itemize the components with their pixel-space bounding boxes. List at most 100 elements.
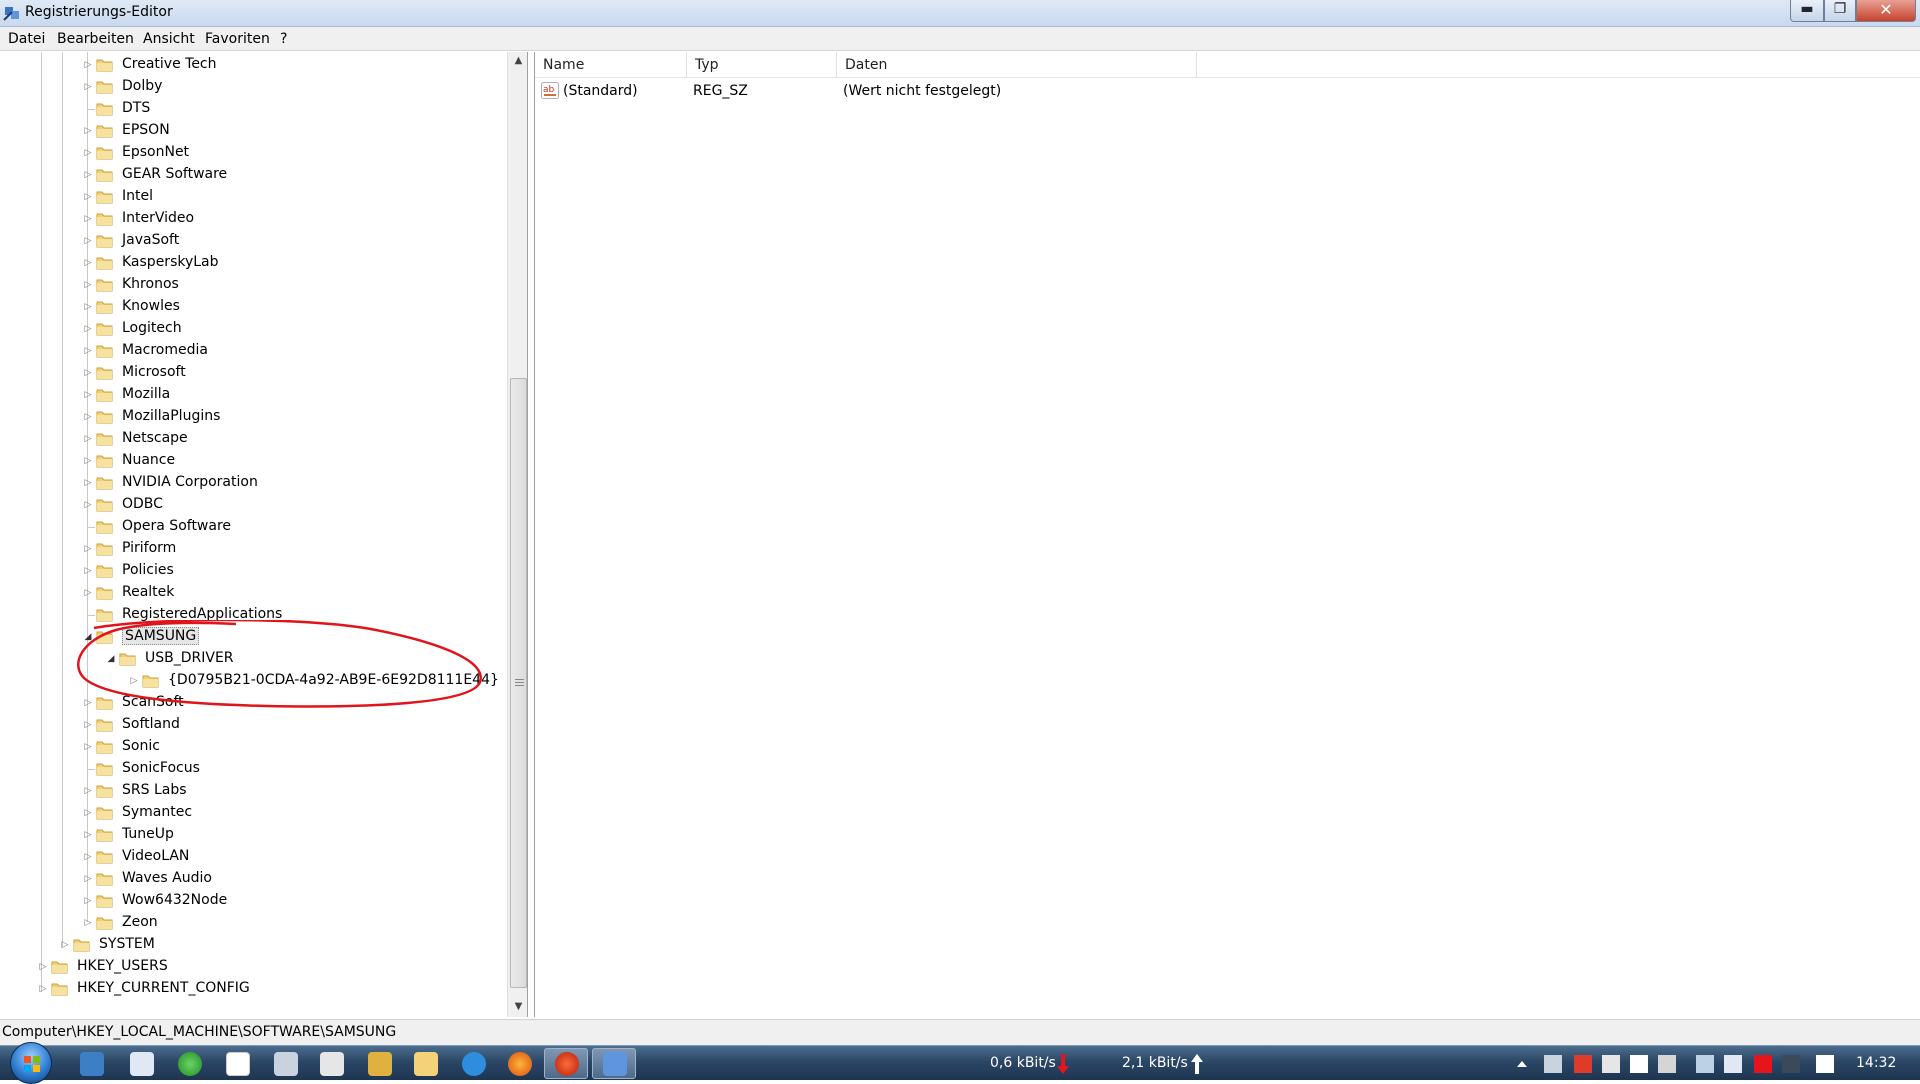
volume-icon[interactable] — [1724, 1055, 1742, 1073]
tree-node-label[interactable]: GEAR Software — [122, 166, 227, 182]
expand-triangle-icon[interactable]: ▷ — [37, 982, 49, 996]
tree-node[interactable]: ▷ {D0795B21-0CDA-4a92-AB9E-6E92D8111E44} — [0, 670, 500, 692]
network-icon[interactable] — [1696, 1055, 1714, 1073]
paint-app-icon[interactable] — [368, 1052, 392, 1076]
expand-triangle-icon[interactable]: ▷ — [82, 344, 94, 358]
tree-node[interactable]: ▷ Nuance — [0, 450, 500, 472]
expand-triangle-icon[interactable]: ▷ — [82, 784, 94, 798]
tree-node-label[interactable]: {D0795B21-0CDA-4a92-AB9E-6E92D8111E44} — [168, 672, 499, 688]
scroll-up-icon[interactable]: ▲ — [508, 52, 527, 69]
tree-node[interactable]: Opera Software — [0, 516, 500, 538]
menu-datei[interactable]: Datei — [8, 31, 45, 47]
maximize-button[interactable]: ❐ — [1824, 0, 1856, 22]
tree-node-label[interactable]: Mozilla — [122, 386, 170, 402]
collapse-triangle-icon[interactable]: ◢ — [105, 652, 117, 666]
tray-antivirus-icon[interactable] — [1574, 1055, 1592, 1073]
tree-node[interactable]: ▷ Realtek — [0, 582, 500, 604]
expand-triangle-icon[interactable]: ▷ — [128, 674, 140, 688]
tree-node-label[interactable]: SonicFocus — [122, 760, 200, 776]
tree-node[interactable]: ▷ HKEY_CURRENT_CONFIG — [0, 978, 500, 1000]
tree-node-label[interactable]: NVIDIA Corporation — [122, 474, 258, 490]
scroll-down-icon[interactable]: ▼ — [508, 998, 527, 1015]
tree-node-label[interactable]: Knowles — [122, 298, 180, 314]
tree-node-label[interactable]: Microsoft — [122, 364, 186, 380]
tree-node[interactable]: SonicFocus — [0, 758, 500, 780]
tree-node-label[interactable]: RegisteredApplications — [122, 606, 282, 622]
tree-node[interactable]: ▷ Macromedia — [0, 340, 500, 362]
firefox-icon[interactable] — [508, 1052, 532, 1076]
tree-node-label[interactable]: Macromedia — [122, 342, 208, 358]
tree-node-label[interactable]: Waves Audio — [122, 870, 212, 886]
menu-favoriten[interactable]: Favoriten — [205, 31, 270, 47]
tray-close-icon[interactable] — [1754, 1055, 1772, 1073]
tree-node-label[interactable]: Creative Tech — [122, 56, 217, 72]
tree-node[interactable]: ▷ Intel — [0, 186, 500, 208]
tree-node-label[interactable]: KasperskyLab — [122, 254, 219, 270]
tree-node-label[interactable]: JavaSoft — [122, 232, 179, 248]
tree-scrollbar[interactable]: ▲ ▼ — [507, 52, 527, 1017]
column-header-type[interactable]: Typ — [687, 52, 837, 78]
value-row[interactable]: ab (Standard) REG_SZ (Wert nicht festgel… — [535, 80, 1920, 102]
tree-node-label[interactable]: Intel — [122, 188, 153, 204]
tree-node[interactable]: ▷ SRS Labs — [0, 780, 500, 802]
column-header-data[interactable]: Daten — [837, 52, 1197, 78]
expand-triangle-icon[interactable]: ▷ — [82, 542, 94, 556]
tree-node-label[interactable]: Policies — [122, 562, 174, 578]
folder-app-icon[interactable] — [414, 1052, 438, 1076]
tree-node[interactable]: ▷ Wow6432Node — [0, 890, 500, 912]
tree-node-label[interactable]: Opera Software — [122, 518, 231, 534]
tree-node-label[interactable]: HKEY_USERS — [77, 958, 168, 974]
tree-node[interactable]: RegisteredApplications — [0, 604, 500, 626]
tree-node[interactable]: ▷ NVIDIA Corporation — [0, 472, 500, 494]
expand-triangle-icon[interactable]: ▷ — [82, 454, 94, 468]
tree-node[interactable]: ▷ Creative Tech — [0, 54, 500, 76]
expand-triangle-icon[interactable]: ▷ — [82, 190, 94, 204]
tree-node-label[interactable]: Khronos — [122, 276, 179, 292]
tree-node[interactable]: ▷ MozillaPlugins — [0, 406, 500, 428]
tree-node[interactable]: ▷ Symantec — [0, 802, 500, 824]
expand-triangle-icon[interactable]: ▷ — [82, 432, 94, 446]
tree-node[interactable]: ▷ GEAR Software — [0, 164, 500, 186]
tree-node-label[interactable]: Wow6432Node — [122, 892, 227, 908]
tree-node-label[interactable]: VideoLAN — [122, 848, 189, 864]
internet-explorer-icon[interactable] — [462, 1052, 486, 1076]
minimize-button[interactable]: ▬ — [1790, 0, 1824, 22]
menu-bearbeiten[interactable]: Bearbeiten — [57, 31, 134, 47]
tree-node[interactable]: ▷ Knowles — [0, 296, 500, 318]
expand-triangle-icon[interactable]: ▷ — [37, 960, 49, 974]
expand-triangle-icon[interactable]: ▷ — [82, 872, 94, 886]
tree-node-label[interactable]: EpsonNet — [122, 144, 189, 160]
expand-triangle-icon[interactable]: ▷ — [82, 58, 94, 72]
tree-node[interactable]: ◢ USB_DRIVER — [0, 648, 500, 670]
opera-taskbar-button[interactable] — [544, 1048, 588, 1079]
network-app-icon[interactable] — [80, 1052, 104, 1076]
tree-node-label[interactable]: Softland — [122, 716, 180, 732]
expand-triangle-icon[interactable]: ▷ — [82, 322, 94, 336]
tree-node-label[interactable]: Nuance — [122, 452, 175, 468]
explorer-window-icon[interactable] — [130, 1052, 154, 1076]
tree-node-label[interactable]: USB_DRIVER — [145, 650, 234, 666]
action-center-flag-icon[interactable] — [1630, 1055, 1648, 1073]
tree-node[interactable]: ▷ EPSON — [0, 120, 500, 142]
expand-triangle-icon[interactable]: ▷ — [82, 388, 94, 402]
tree-node-label[interactable]: SAMSUNG — [122, 627, 200, 645]
expand-triangle-icon[interactable]: ▷ — [82, 498, 94, 512]
expand-triangle-icon[interactable]: ▷ — [82, 256, 94, 270]
expand-triangle-icon[interactable]: ▷ — [82, 278, 94, 292]
tree-node[interactable]: ▷ Khronos — [0, 274, 500, 296]
show-hidden-icons-icon[interactable] — [1516, 1055, 1528, 1073]
tool-app-icon[interactable] — [274, 1052, 298, 1076]
tree-node[interactable]: ◢ SAMSUNG — [0, 626, 500, 648]
expand-triangle-icon[interactable]: ▷ — [82, 740, 94, 754]
tree-node[interactable]: ▷ TuneUp — [0, 824, 500, 846]
tree-node-label[interactable]: Symantec — [122, 804, 192, 820]
tree-node-label[interactable]: MozillaPlugins — [122, 408, 220, 424]
calendar-app-icon[interactable] — [320, 1052, 344, 1076]
start-button[interactable] — [10, 1042, 52, 1084]
expand-triangle-icon[interactable]: ▷ — [82, 234, 94, 248]
tree-node[interactable]: ▷ VideoLAN — [0, 846, 500, 868]
tree-node-label[interactable]: Realtek — [122, 584, 174, 600]
expand-triangle-icon[interactable]: ▷ — [82, 80, 94, 94]
tree-node-label[interactable]: SYSTEM — [99, 936, 155, 952]
expand-triangle-icon[interactable]: ▷ — [82, 828, 94, 842]
